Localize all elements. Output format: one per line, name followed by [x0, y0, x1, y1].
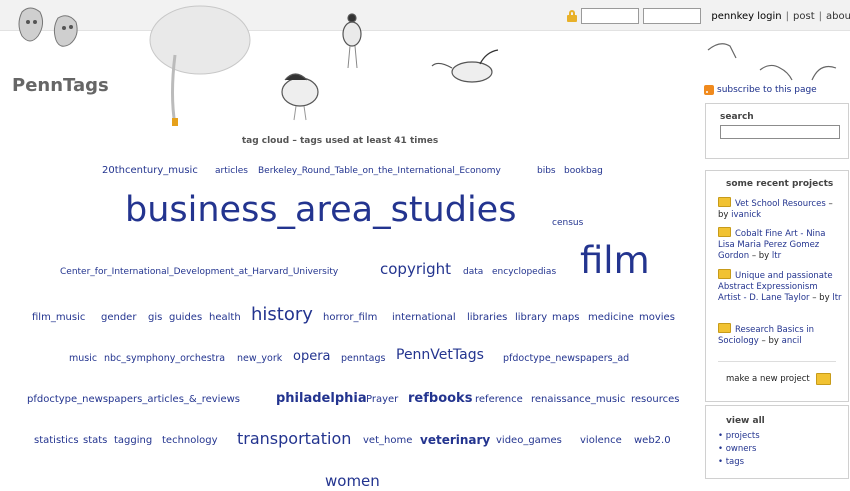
tag-link[interactable]: tagging: [114, 436, 152, 446]
project-link[interactable]: Vet School Resources: [735, 199, 826, 209]
tag-link[interactable]: philadelphia: [276, 392, 367, 405]
separator: |: [785, 10, 790, 22]
tag-link[interactable]: renaissance_music: [531, 395, 625, 405]
tag-link[interactable]: guides: [169, 313, 202, 323]
tag-link[interactable]: library: [515, 313, 547, 323]
tag-link[interactable]: film: [580, 242, 650, 279]
tag-link[interactable]: opera: [293, 350, 331, 363]
tag-link[interactable]: pfdoctype_newspapers_ad: [503, 354, 629, 364]
tag-link[interactable]: business_area_studies: [125, 193, 516, 228]
recent-projects-panel: some recent projects Vet School Resource…: [705, 170, 849, 402]
project-item: Vet School Resources – by ivanick: [718, 197, 833, 220]
search-input[interactable]: [720, 125, 840, 139]
tag-link[interactable]: 20thcentury_music: [102, 166, 198, 176]
tag-link[interactable]: violence: [580, 436, 622, 446]
tag-link[interactable]: copyright: [380, 262, 451, 277]
view-tags-link[interactable]: tags: [718, 456, 760, 469]
tag-link[interactable]: articles: [215, 167, 248, 176]
view-all-title: view all: [726, 416, 765, 426]
tag-link[interactable]: data: [463, 268, 483, 277]
tag-link[interactable]: international: [392, 313, 456, 323]
folder-icon: [718, 323, 731, 333]
divider: [718, 361, 836, 362]
folder-icon: [718, 227, 731, 237]
view-projects-link[interactable]: projects: [718, 430, 760, 443]
view-all-panel: view all projects owners tags: [705, 405, 849, 479]
tag-link[interactable]: Center_for_International_Development_at_…: [60, 268, 338, 277]
tag-link[interactable]: resources: [631, 395, 679, 405]
folder-icon: [815, 373, 831, 385]
view-owners-link[interactable]: owners: [718, 443, 760, 456]
tag-link[interactable]: pfdoctype_newspapers_articles_&_reviews: [27, 395, 240, 405]
folder-icon: [718, 269, 731, 279]
tag-link[interactable]: reference: [475, 395, 523, 405]
tag-link[interactable]: libraries: [467, 313, 507, 323]
tag-link[interactable]: health: [209, 313, 241, 323]
tag-link[interactable]: veterinary: [420, 434, 490, 446]
tag-link[interactable]: PennVetTags: [396, 348, 484, 362]
tag-link[interactable]: video_games: [496, 436, 562, 446]
pennkey-login-label: pennkey login: [711, 10, 782, 22]
tag-link[interactable]: penntags: [341, 354, 385, 364]
subscribe-link[interactable]: subscribe to this page: [704, 85, 817, 95]
separator: |: [818, 10, 822, 22]
tag-link[interactable]: gis: [148, 313, 162, 323]
rss-feed-icon: [704, 85, 714, 95]
tag-link[interactable]: technology: [162, 436, 218, 446]
tag-link[interactable]: film_music: [32, 313, 85, 323]
tag-link[interactable]: transportation: [237, 431, 351, 447]
project-owner-link[interactable]: ltr: [832, 293, 841, 303]
project-item: Unique and passionate Abstract Expressio…: [718, 269, 842, 303]
make-new-project-label: make a new project: [726, 374, 810, 384]
folder-icon: [718, 197, 731, 207]
tag-link[interactable]: bibs: [537, 167, 556, 176]
tag-link[interactable]: web2.0: [634, 436, 671, 446]
tag-cloud: 20thcentury_music articles Berkeley_Roun…: [0, 0, 680, 491]
recent-projects-title: some recent projects: [726, 179, 834, 189]
tag-link[interactable]: refbooks: [408, 392, 472, 405]
project-item: Cobalt Fine Art - Nina Lisa Maria Perez …: [718, 227, 826, 261]
make-new-project-link[interactable]: make a new project: [726, 373, 831, 385]
tag-link[interactable]: gender: [101, 313, 136, 323]
search-panel: search: [705, 103, 849, 159]
tag-link[interactable]: statistics: [34, 436, 79, 446]
tag-link[interactable]: Berkeley_Round_Table_on_the_Internationa…: [258, 167, 501, 176]
tag-link[interactable]: history: [251, 306, 313, 324]
tag-link[interactable]: encyclopedias: [492, 268, 556, 277]
view-all-list: projects owners tags: [718, 430, 760, 469]
project-owner-link[interactable]: ivanick: [731, 210, 761, 220]
tag-link[interactable]: music: [69, 354, 97, 364]
tag-link[interactable]: maps: [552, 313, 579, 323]
project-item: Research Basics in Sociology – by ancil: [718, 323, 815, 346]
project-owner-link[interactable]: ltr: [772, 251, 781, 261]
tag-link[interactable]: horror_film: [323, 313, 377, 323]
project-owner-link[interactable]: ancil: [782, 336, 802, 346]
tag-link[interactable]: bookbag: [564, 167, 603, 176]
tag-link[interactable]: vet_home: [363, 436, 412, 446]
tag-link[interactable]: Prayer: [366, 395, 398, 405]
tag-link[interactable]: stats: [83, 436, 107, 446]
tag-link[interactable]: movies: [639, 313, 675, 323]
tag-link[interactable]: census: [552, 219, 583, 228]
tag-link[interactable]: nbc_symphony_orchestra: [104, 354, 225, 364]
post-link[interactable]: post: [793, 11, 815, 22]
tag-link[interactable]: medicine: [588, 313, 634, 323]
about-link[interactable]: abou: [826, 11, 850, 22]
tag-link[interactable]: new_york: [237, 354, 282, 364]
search-panel-title: search: [720, 112, 754, 122]
subscribe-label: subscribe to this page: [717, 85, 817, 95]
tag-link[interactable]: women: [325, 474, 380, 489]
